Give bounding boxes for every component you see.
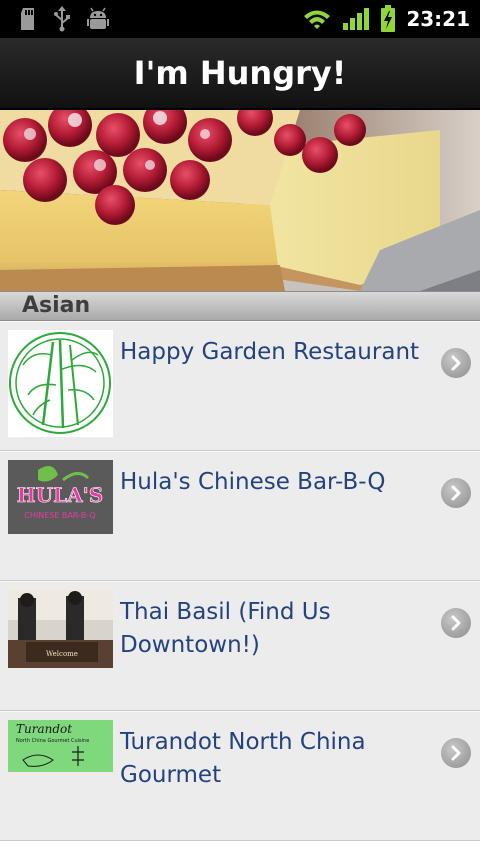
list-item[interactable]: Turandot North China Gourmet Cuisine Tur… bbox=[0, 711, 480, 841]
list-item[interactable]: Happy Garden Restaurant bbox=[0, 321, 480, 451]
section-header: Asian bbox=[0, 291, 480, 321]
app-title: I'm Hungry! bbox=[133, 54, 347, 92]
cheesecake-image bbox=[0, 110, 480, 291]
app-title-bar: I'm Hungry! bbox=[0, 38, 480, 110]
list-item[interactable]: Welcome Thai Basil (Find Us Downtown!) bbox=[0, 581, 480, 711]
turandot-logo-subtitle: North China Gourmet Cuisine bbox=[16, 738, 89, 744]
chevron-right-icon[interactable] bbox=[441, 738, 471, 768]
signal-icon bbox=[343, 8, 370, 30]
restaurant-list: Happy Garden Restaurant HULA'S CHINESE B… bbox=[0, 321, 480, 841]
hero-image bbox=[0, 110, 480, 291]
restaurant-name[interactable]: Thai Basil (Find Us Downtown!) bbox=[120, 596, 420, 662]
list-item[interactable]: HULA'S CHINESE BAR-B-Q Hula's Chinese Ba… bbox=[0, 451, 480, 581]
restaurant-logo bbox=[8, 330, 113, 437]
status-right-icons: 23:21 bbox=[302, 0, 470, 38]
status-left-icons bbox=[18, 6, 110, 32]
chevron-right-icon[interactable] bbox=[441, 478, 471, 508]
restaurant-name[interactable]: Turandot North China Gourmet bbox=[120, 726, 420, 792]
android-debug-icon bbox=[87, 7, 109, 29]
restaurant-logo: Turandot North China Gourmet Cuisine bbox=[8, 720, 113, 772]
bamboo-logo-icon bbox=[9, 332, 111, 434]
restaurant-name[interactable]: Happy Garden Restaurant bbox=[120, 336, 420, 369]
wifi-icon bbox=[304, 10, 331, 29]
status-time: 23:21 bbox=[406, 7, 470, 31]
sd-card-icon bbox=[21, 8, 34, 30]
usb-icon bbox=[54, 6, 70, 32]
chevron-right-icon[interactable] bbox=[441, 348, 471, 378]
hulas-logo-subtitle: CHINESE BAR-B-Q bbox=[24, 511, 95, 520]
hulas-logo-icon: HULA'S CHINESE BAR-B-Q bbox=[8, 460, 113, 534]
battery-charging-icon bbox=[381, 5, 396, 32]
turandot-logo-icon: Turandot North China Gourmet Cuisine bbox=[8, 720, 113, 772]
thai-basil-photo-icon: Welcome bbox=[8, 590, 113, 668]
hulas-logo-title: HULA'S bbox=[17, 483, 103, 507]
restaurant-logo: Welcome bbox=[8, 590, 113, 668]
section-label-asian: Asian bbox=[22, 293, 91, 318]
chevron-right-icon[interactable] bbox=[441, 608, 471, 638]
restaurant-logo: HULA'S CHINESE BAR-B-Q bbox=[8, 460, 113, 534]
status-bar: 23:21 bbox=[0, 0, 480, 38]
restaurant-name[interactable]: Hula's Chinese Bar-B-Q bbox=[120, 466, 420, 499]
thai-basil-sign: Welcome bbox=[46, 650, 78, 658]
turandot-logo-title: Turandot bbox=[16, 722, 72, 736]
